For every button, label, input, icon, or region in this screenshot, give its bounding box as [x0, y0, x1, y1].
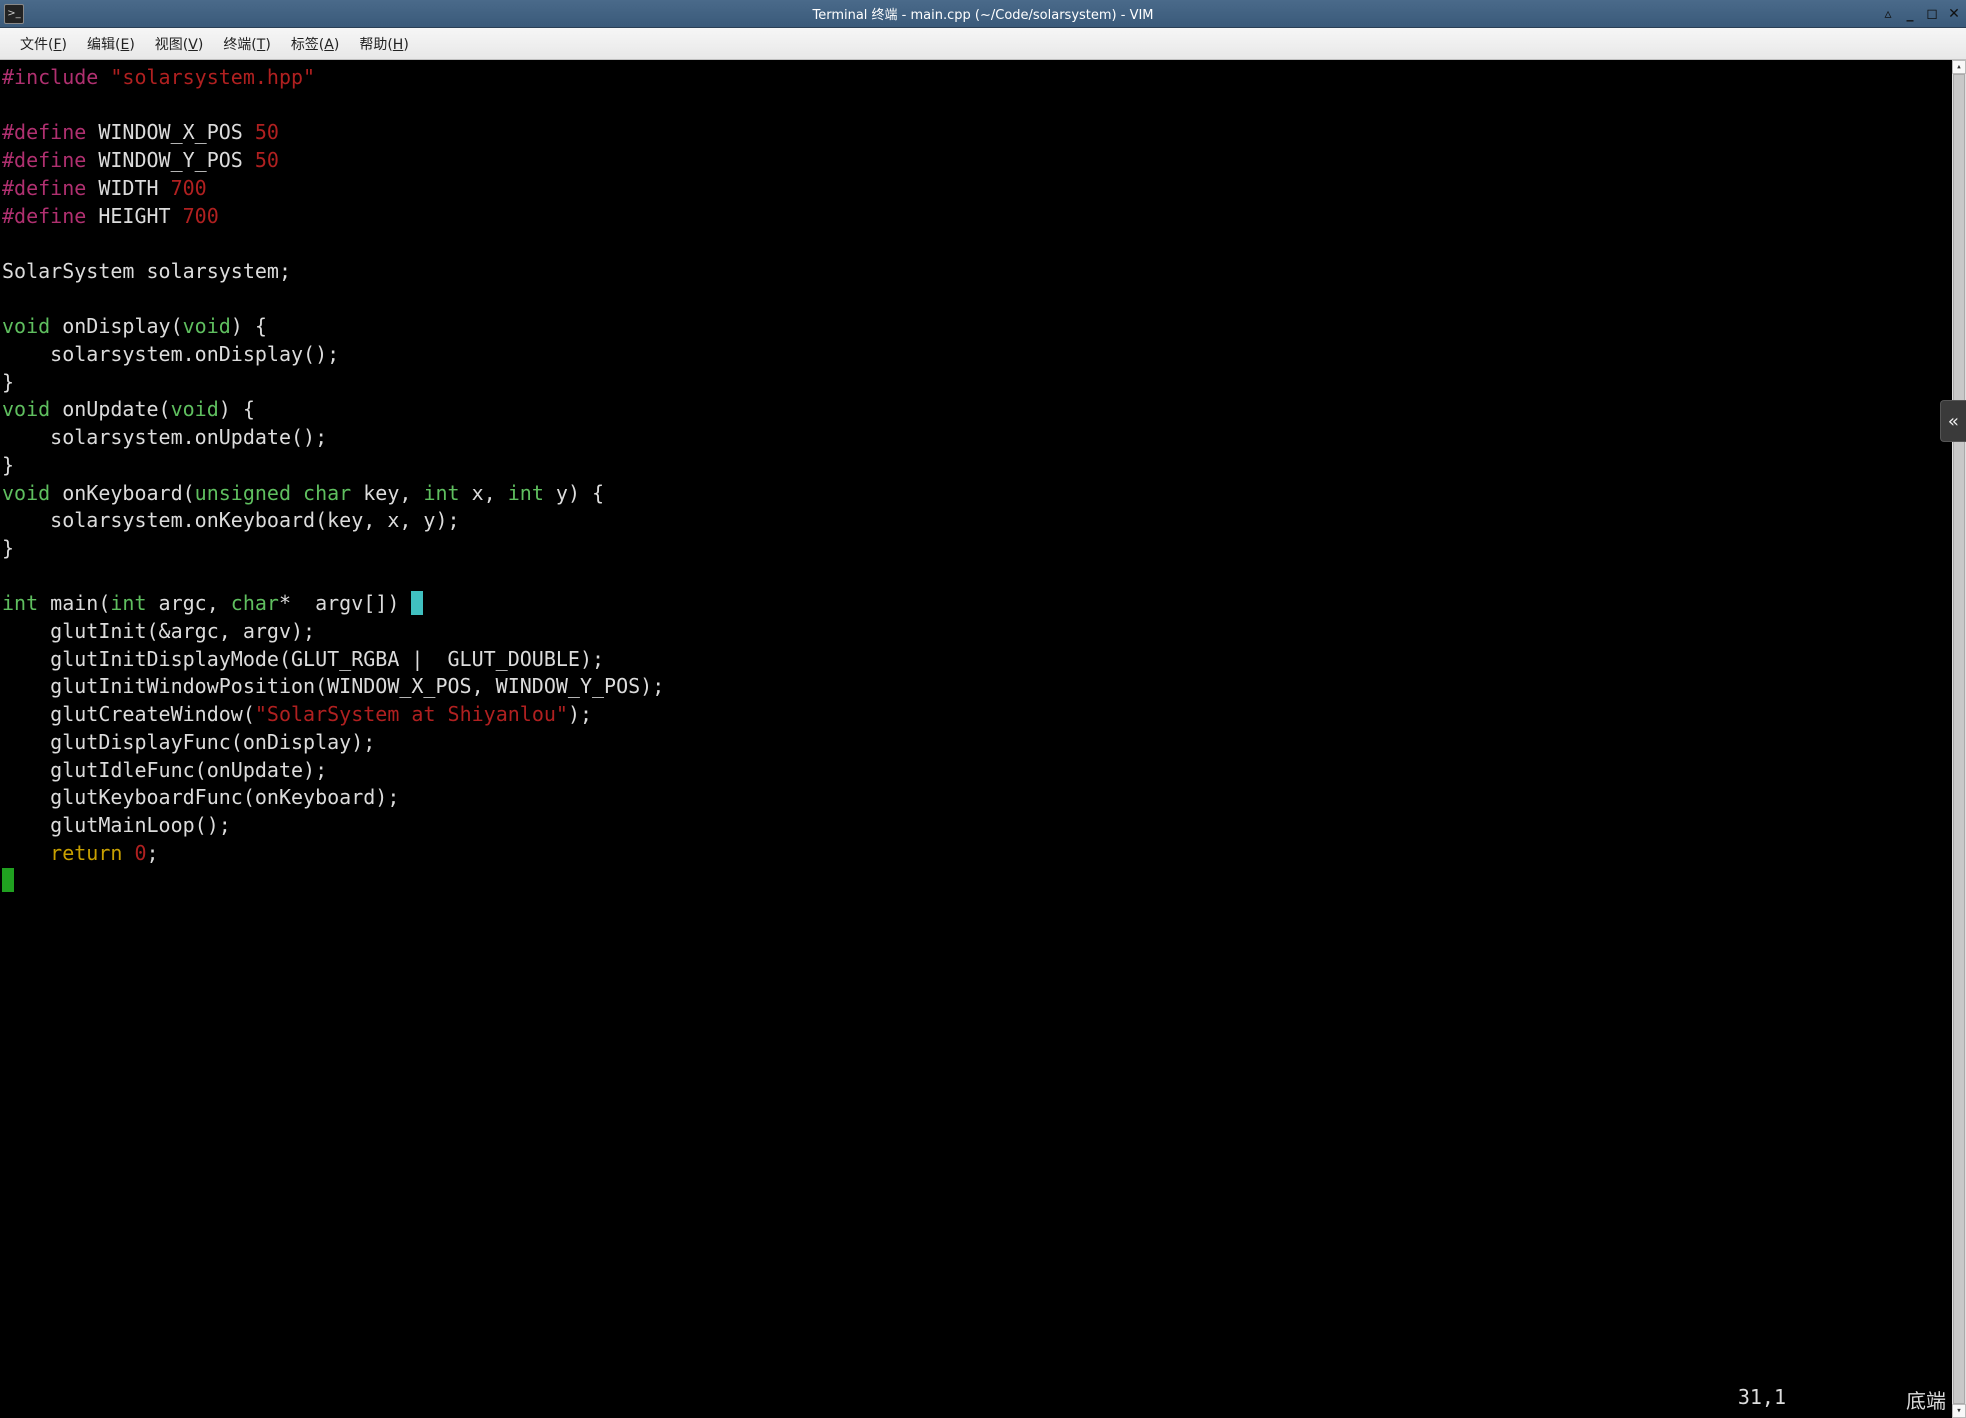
menu-h[interactable]: 帮助(H): [349, 30, 418, 58]
titlebar: >_ Terminal 终端 - main.cpp (~/Code/solars…: [0, 0, 1966, 28]
scroll-indicator: 底端: [1906, 1385, 1946, 1414]
scroll-down-icon[interactable]: ▾: [1952, 1404, 1966, 1418]
scrollbar[interactable]: ▴ ▾: [1952, 60, 1966, 1418]
menubar: 文件(F)编辑(E)视图(V)终端(T)标签(A)帮助(H): [0, 28, 1966, 60]
window-close-icon[interactable]: ✕: [1946, 6, 1962, 22]
menu-f[interactable]: 文件(F): [10, 30, 77, 58]
terminal-icon: >_: [4, 4, 24, 24]
code-editor[interactable]: #include "solarsystem.hpp" #define WINDO…: [0, 60, 1952, 1418]
window-title: Terminal 终端 - main.cpp (~/Code/solarsyst…: [0, 4, 1966, 23]
window-ontop-icon[interactable]: ▵: [1880, 6, 1896, 22]
vim-statusbar: 31,1 底端: [1738, 1385, 1946, 1414]
side-tab-icon[interactable]: «: [1940, 400, 1966, 442]
editor-area: #include "solarsystem.hpp" #define WINDO…: [0, 60, 1966, 1418]
cursor-position: 31,1: [1738, 1385, 1786, 1414]
scroll-thumb[interactable]: [1953, 74, 1965, 1404]
menu-e[interactable]: 编辑(E): [77, 30, 145, 58]
menu-v[interactable]: 视图(V): [145, 30, 214, 58]
scroll-up-icon[interactable]: ▴: [1952, 60, 1966, 74]
window-minimize-icon[interactable]: _: [1902, 6, 1918, 22]
menu-t[interactable]: 终端(T): [213, 30, 281, 58]
menu-a[interactable]: 标签(A): [281, 30, 350, 58]
window-controls: ▵ _ ◻ ✕: [1880, 0, 1962, 27]
window-maximize-icon[interactable]: ◻: [1924, 6, 1940, 22]
